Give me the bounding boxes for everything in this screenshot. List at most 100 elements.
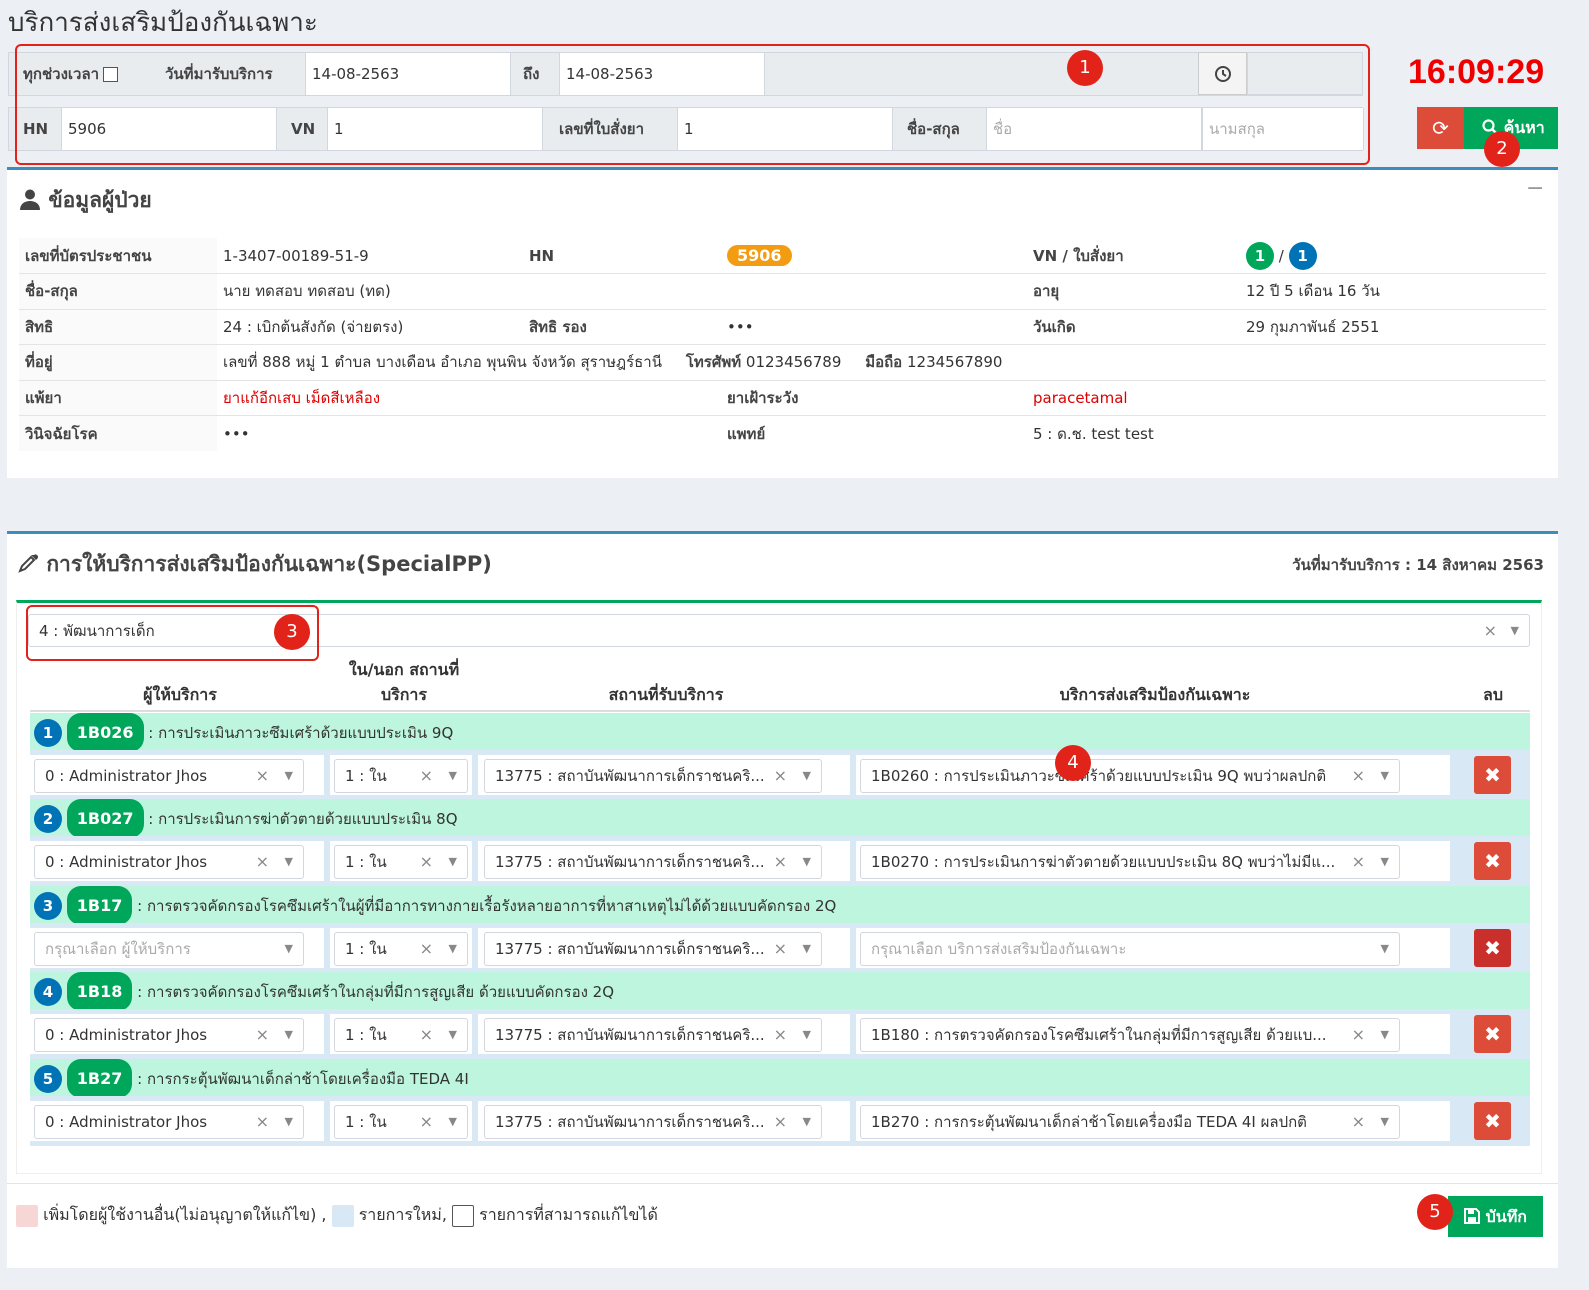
annotation-marker-4: 4 [1055, 745, 1091, 781]
clear-icon[interactable]: × [256, 1019, 269, 1051]
clear-icon[interactable]: × [774, 933, 787, 965]
id-card-value: 1-3407-00189-51-9 [223, 246, 369, 265]
save-button[interactable]: บันทึก [1448, 1196, 1543, 1237]
place-select[interactable]: 13775 : สถาบันพัฒนาการเด็กราชนคริ... × ▼ [484, 1018, 822, 1052]
annotation-marker-1: 1 [1067, 50, 1103, 86]
group-row: 4 1B18 : การตรวจคัดกรองโรคซึมเศร้าในกลุ่… [30, 972, 1530, 1011]
diag-label: วินิจฉัยโรค [19, 415, 217, 451]
chevron-down-icon: ▼ [284, 855, 293, 868]
chevron-down-icon: ▼ [802, 1028, 811, 1041]
footer-divider [7, 1183, 1558, 1184]
place-select[interactable]: 13775 : สถาบันพัฒนาการเด็กราชนคริ... × ▼ [484, 845, 822, 879]
chevron-down-icon: ▼ [1380, 1115, 1389, 1128]
provider-select[interactable]: 0 : Administrator Jhos × ▼ [34, 1105, 304, 1139]
clear-icon[interactable]: × [1352, 760, 1365, 792]
provider-select[interactable]: 0 : Administrator Jhos × ▼ [34, 1018, 304, 1052]
service-select[interactable]: 1B0260 : การประเมินภาวะซึมเศร้าด้วยแบบปร… [860, 759, 1400, 793]
chevron-down-icon: ▼ [284, 1115, 293, 1128]
col-header-inout: ใน/นอก สถานที่ บริการ [348, 660, 460, 704]
phone-value: 0123456789 [745, 353, 842, 372]
refresh-icon: ⟳ [1432, 116, 1449, 140]
close-icon: ✖ [1484, 1109, 1501, 1133]
hn-info-label: HN [529, 246, 555, 265]
order-badge: 1 [1288, 241, 1317, 270]
clear-icon[interactable]: × [1352, 846, 1365, 878]
group-row: 3 1B17 : การตรวจคัดกรองโรคซึมเศร้าในผู้ท… [30, 886, 1530, 925]
group-row: 1 1B026 : การประเมินภาวะซึมเศร้าด้วยแบบป… [30, 713, 1530, 752]
delete-button[interactable]: ✖ [1474, 842, 1511, 880]
inout-select[interactable]: 1 : ใน × ▼ [334, 932, 468, 966]
inout-select[interactable]: 1 : ใน × ▼ [334, 845, 468, 879]
clear-icon[interactable]: × [420, 760, 433, 792]
inout-select[interactable]: 1 : ใน × ▼ [334, 1018, 468, 1052]
provider-select[interactable]: 0 : Administrator Jhos × ▼ [34, 845, 304, 879]
chevron-down-icon: ▼ [1510, 624, 1519, 637]
right-label: สิทธิ [19, 308, 217, 345]
watch-label: ยาเฝ้าระวัง [721, 379, 1027, 416]
code-badge: 1B17 [66, 886, 133, 925]
clear-icon[interactable]: × [774, 846, 787, 878]
inout-select[interactable]: 1 : ใน × ▼ [334, 1105, 468, 1139]
clear-icon[interactable]: × [1352, 1019, 1365, 1051]
close-icon: ✖ [1484, 936, 1501, 960]
clear-icon[interactable]: × [774, 1106, 787, 1138]
right2-label: สิทธิ รอง [523, 308, 721, 345]
legend-new: รายการใหม่, [358, 1205, 447, 1224]
clear-icon[interactable]: × [1484, 615, 1497, 646]
clear-icon[interactable]: × [774, 760, 787, 792]
chevron-down-icon: ▼ [1380, 942, 1389, 955]
legend-swatch-editable [452, 1204, 474, 1227]
service-select[interactable]: กรุณาเลือก บริการส่งเสริมป้องกันเฉพาะ ▼ [860, 932, 1400, 966]
patient-name: นาย ทดสอบ ทดสอบ (ทด) [217, 273, 1027, 309]
clear-icon[interactable]: × [256, 760, 269, 792]
inout-select[interactable]: 1 : ใน × ▼ [334, 759, 468, 793]
delete-button[interactable]: ✖ [1474, 1102, 1511, 1140]
provider-select[interactable]: กรุณาเลือก ผู้ให้บริการ ▼ [34, 932, 304, 966]
place-select[interactable]: 13775 : สถาบันพัฒนาการเด็กราชนคริ... × ▼ [484, 1105, 822, 1139]
annotation-box-filter [15, 44, 1370, 165]
chevron-down-icon: ▼ [284, 769, 293, 782]
delete-button[interactable]: ✖ [1474, 929, 1511, 967]
clear-icon[interactable]: × [256, 846, 269, 878]
birth-value: 29 กุมภาพันธ์ 2551 [1240, 308, 1546, 345]
delete-button[interactable]: ✖ [1474, 1015, 1511, 1053]
mobile-value: 1234567890 [906, 353, 1003, 372]
chevron-down-icon: ▼ [284, 942, 293, 955]
clear-icon[interactable]: × [420, 846, 433, 878]
service-date-text: วันที่มารับบริการ : 14 สิงหาคม 2563 [1292, 556, 1544, 574]
annotation-marker-5: 5 [1417, 1194, 1453, 1230]
chevron-down-icon: ▼ [448, 855, 457, 868]
code-badge: 1B18 [66, 972, 133, 1011]
service-select[interactable]: 1B270 : การกระตุ้นพัฒนาเด็กล่าช้าโดยเครื… [860, 1105, 1400, 1139]
delete-button[interactable]: ✖ [1474, 756, 1511, 794]
user-icon [19, 188, 48, 212]
eyedropper-icon [17, 552, 46, 576]
clear-icon[interactable]: × [420, 1019, 433, 1051]
provider-select[interactable]: 0 : Administrator Jhos × ▼ [34, 759, 304, 793]
clear-icon[interactable]: × [420, 1106, 433, 1138]
refresh-button[interactable]: ⟳ [1417, 107, 1464, 149]
clear-icon[interactable]: × [1352, 1106, 1365, 1138]
col-header-provider: ผู้ให้บริการ [143, 685, 217, 704]
doctor-value: 5 : ด.ช. test test [1027, 415, 1546, 451]
group-row-desc: : การประเมินการฆ่าตัวตายด้วยแบบประเมิน 8… [148, 810, 458, 828]
legend-swatch-other [16, 1204, 38, 1227]
clear-icon[interactable]: × [420, 933, 433, 965]
legend-swatch-new [331, 1204, 354, 1227]
collapse-button[interactable]: − [1526, 176, 1544, 201]
service-select[interactable]: 1B0270 : การประเมินการฆ่าตัวตายด้วยแบบปร… [860, 845, 1400, 879]
service-select[interactable]: 1B180 : การตรวจคัดกรองโรคซึมเศร้าในกลุ่ม… [860, 1018, 1400, 1052]
clear-icon[interactable]: × [256, 1106, 269, 1138]
chevron-down-icon: ▼ [448, 769, 457, 782]
name-info-label: ชื่อ-สกุล [19, 273, 217, 309]
patient-panel-title: ข้อมูลผู้ป่วย [19, 184, 152, 217]
floppy-icon [1464, 1207, 1486, 1226]
place-select[interactable]: 13775 : สถาบันพัฒนาการเด็กราชนคริ... × ▼ [484, 932, 822, 966]
clock-display: 16:09:29 [1408, 53, 1545, 91]
page-title: บริการส่งเสริมป้องกันเฉพาะ [8, 8, 318, 38]
place-select[interactable]: 13775 : สถาบันพัฒนาการเด็กราชนคริ... × ▼ [484, 759, 822, 793]
birth-label: วันเกิด [1027, 308, 1240, 345]
clear-icon[interactable]: × [774, 1019, 787, 1051]
group-row-desc: : การประเมินภาวะซึมเศร้าด้วยแบบประเมิน 9… [148, 724, 454, 742]
header-divider [30, 710, 1530, 712]
